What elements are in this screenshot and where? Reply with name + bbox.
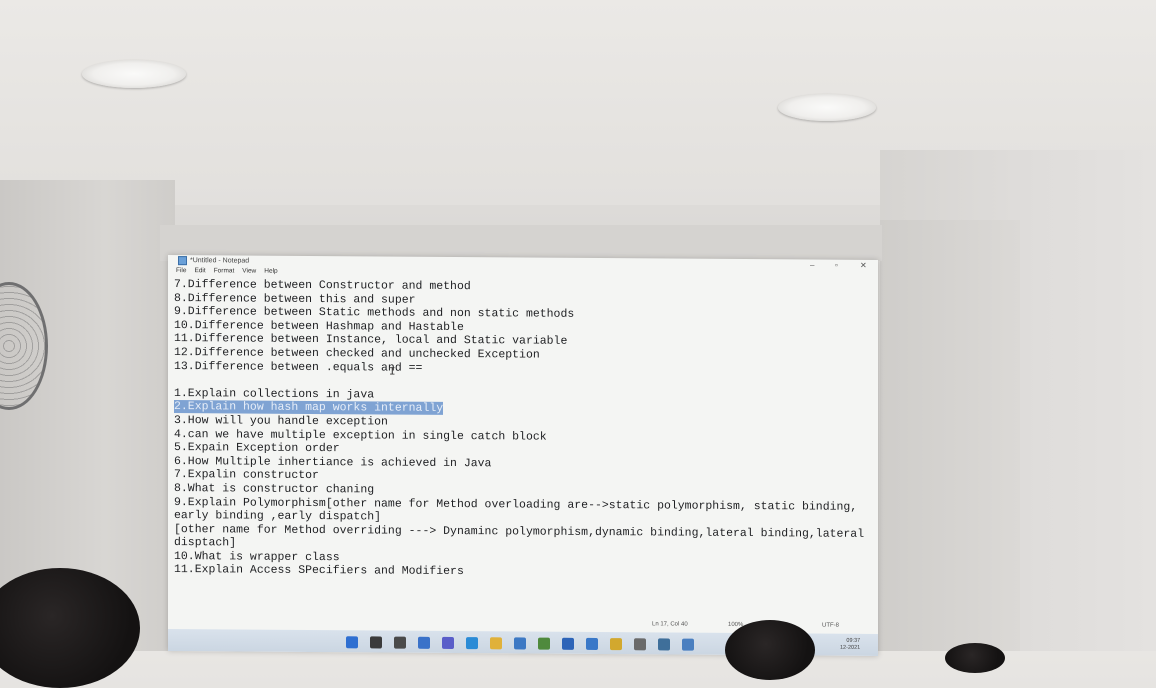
chat-icon[interactable]	[442, 636, 454, 649]
text-cursor-icon: I	[389, 366, 396, 379]
system-clock[interactable]: 09:37 12-2021	[840, 638, 860, 652]
app-icon[interactable]	[610, 638, 622, 651]
cursor-position: Ln 17, Col 40	[652, 621, 688, 628]
line-text: 11.Explain Access SPecifiers and Modifie…	[174, 563, 464, 579]
search-icon[interactable]	[370, 636, 382, 649]
line-text: early binding ,early dispatch]	[174, 509, 382, 524]
app-icon[interactable]	[538, 637, 550, 650]
line-text: 8.Difference between this and super	[174, 291, 416, 307]
menu-view[interactable]: View	[242, 268, 256, 275]
app-icon[interactable]	[562, 637, 574, 650]
app-icon[interactable]	[658, 638, 670, 651]
minimize-button[interactable]: –	[810, 259, 814, 270]
line-text: 5.Expain Exception order	[174, 441, 340, 456]
notepad-icon	[178, 256, 187, 266]
line-text: 3.How will you handle exception	[174, 413, 388, 429]
line-text: 10.What is wrapper class	[174, 549, 340, 565]
menu-format[interactable]: Format	[214, 267, 235, 274]
menu-bar: File Edit Format View Help	[176, 267, 278, 275]
projected-screen: *Untitled - Notepad – ▫ ✕ File Edit Form…	[168, 255, 878, 656]
wall-pillar	[880, 220, 1020, 651]
line-text: 1.Explain collections in java	[174, 386, 375, 402]
ceiling-light	[82, 60, 186, 88]
line-text: disptach]	[174, 536, 237, 550]
audience-head	[725, 620, 815, 680]
edge-icon[interactable]	[466, 637, 478, 650]
line-text: 13.Difference between .equals and ==	[174, 359, 423, 375]
menu-edit[interactable]: Edit	[194, 267, 205, 274]
app-icon[interactable]	[634, 638, 646, 651]
menu-file[interactable]: File	[176, 267, 186, 274]
encoding: UTF-8	[822, 622, 839, 629]
text-editor[interactable]: 7.Difference between Constructor and met…	[174, 278, 864, 623]
app-icon[interactable]	[586, 637, 598, 651]
widgets-icon[interactable]	[418, 636, 430, 649]
task-view-icon[interactable]	[394, 636, 406, 649]
windows-icon[interactable]	[346, 636, 358, 649]
app-icon[interactable]	[682, 638, 694, 651]
window-title: *Untitled - Notepad	[190, 257, 250, 265]
line-text: 10.Difference between Hashmap and Hastab…	[174, 318, 464, 334]
ceiling-light	[778, 94, 876, 121]
line-text: 8.What is constructor chaning	[174, 481, 375, 497]
file-explorer-icon[interactable]	[490, 637, 502, 650]
selected-text: 2.Explain how hash map works internally	[174, 400, 444, 416]
line-text: 7.Difference between Constructor and met…	[174, 278, 471, 294]
maximize-button[interactable]: ▫	[835, 260, 838, 271]
close-button[interactable]: ✕	[860, 260, 867, 271]
menu-help[interactable]: Help	[264, 268, 277, 275]
audience-head	[945, 643, 1005, 673]
line-text: 7.Expalin constructor	[174, 468, 319, 483]
store-icon[interactable]	[514, 637, 526, 650]
